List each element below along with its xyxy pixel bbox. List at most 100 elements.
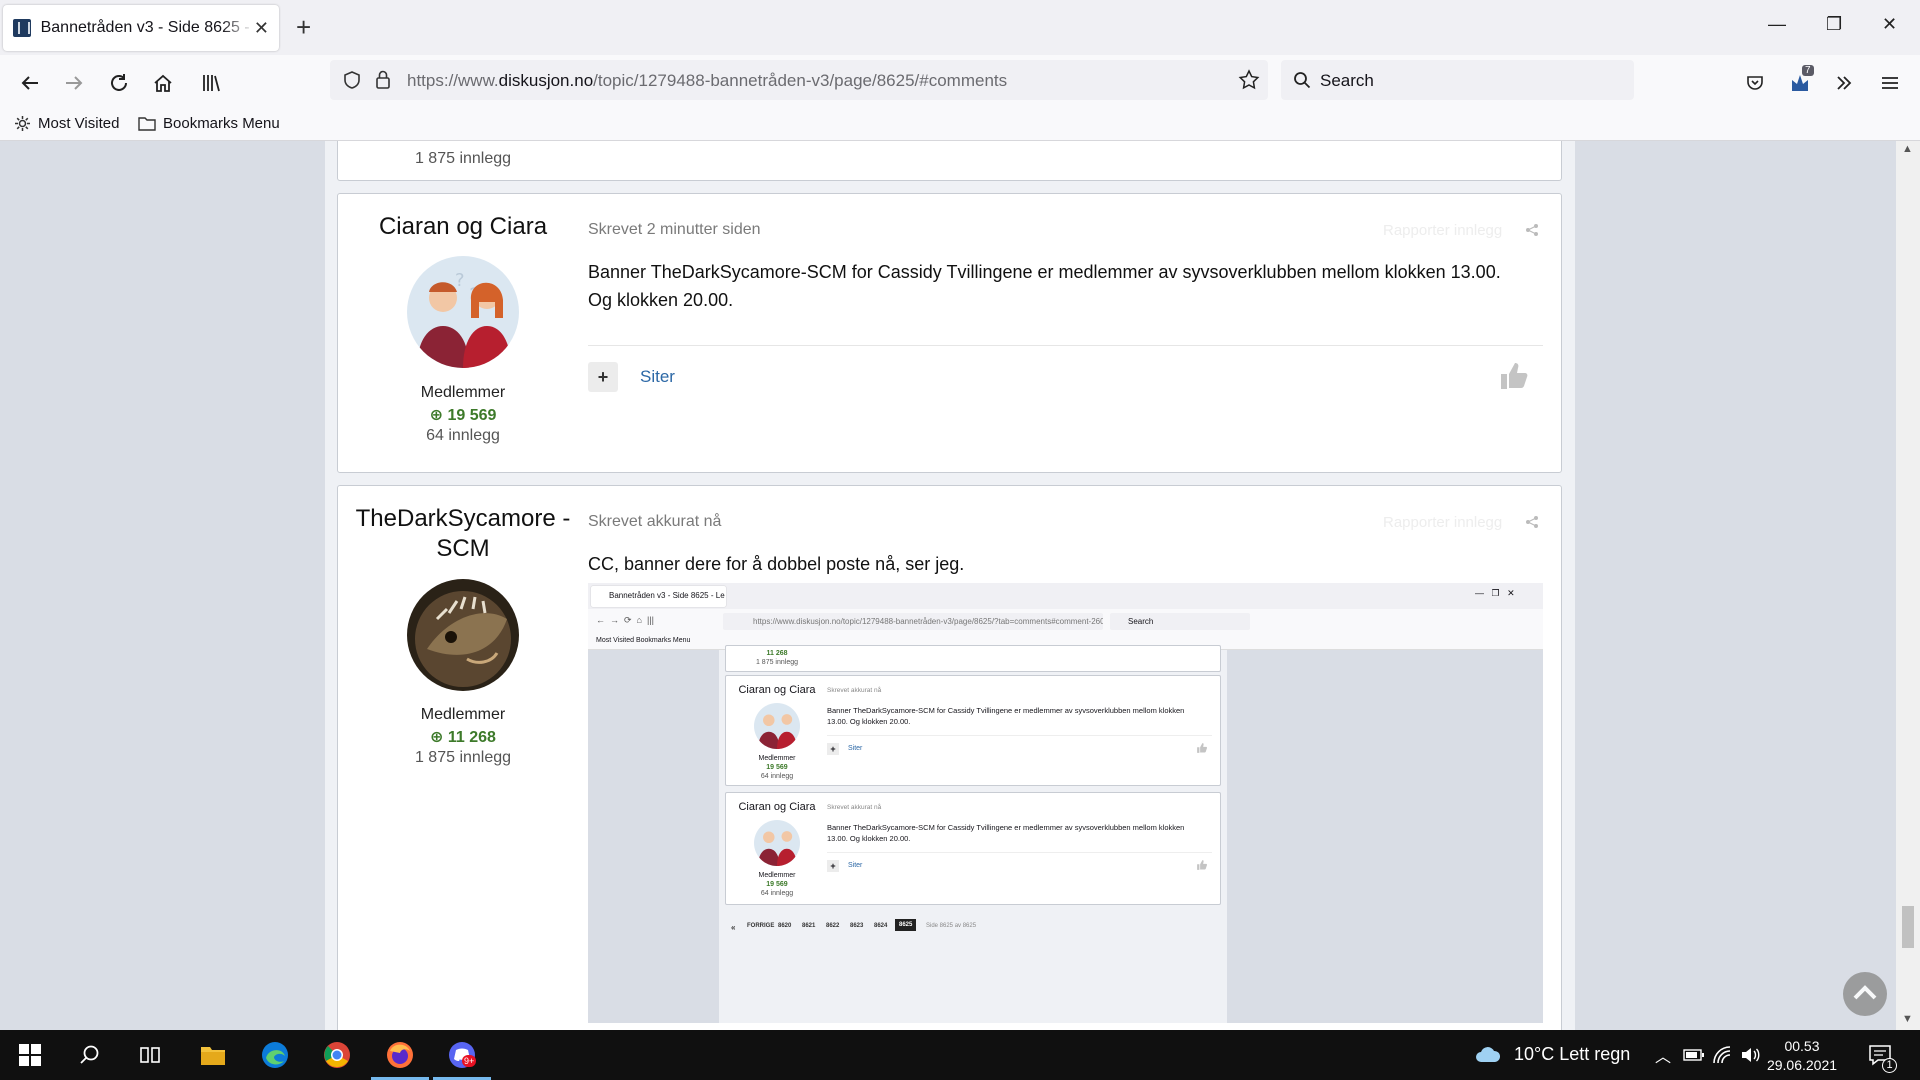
shot-rep: 19 569 xyxy=(766,881,788,888)
new-tab-button[interactable]: + xyxy=(296,12,311,43)
address-bar[interactable]: https://www.diskusjon.no/topic/1279488-b… xyxy=(330,60,1268,100)
url-text[interactable]: https://www.diskusjon.no/topic/1279488-b… xyxy=(407,71,1007,91)
bookmark-star-icon[interactable] xyxy=(1238,69,1260,91)
forward-icon[interactable] xyxy=(58,67,90,99)
shot-rep: 19 569 xyxy=(766,764,788,771)
restore-icon[interactable]: ❐ xyxy=(1826,14,1842,35)
shot-count: 64 innlegg xyxy=(760,773,794,780)
shot-pager-item: 8624 xyxy=(874,923,888,929)
share-icon[interactable] xyxy=(1525,223,1539,237)
report-post-link[interactable]: Rapporter innlegg xyxy=(1383,514,1502,531)
shot-divider xyxy=(827,852,1212,853)
shot-meta: Skrevet akkurat nå xyxy=(827,687,882,694)
reputation-badge: ⊕ 19 569 xyxy=(338,405,588,425)
extension-badge: 7 xyxy=(1802,65,1814,76)
author-group: Medlemmer xyxy=(420,706,506,723)
overflow-chevron-icon[interactable] xyxy=(1828,67,1860,99)
windows-taskbar: 9+ 10°C Lett regn ︿ 00.53 29.06.2021 1 xyxy=(0,1030,1920,1080)
post-timestamp[interactable]: Skrevet 2 minutter siden xyxy=(588,221,761,239)
shot-url: https://www.diskusjon.no/topic/1279488-b… xyxy=(723,613,1103,630)
multiquote-plus-button[interactable]: + xyxy=(588,362,618,392)
search-input[interactable]: Search xyxy=(1320,71,1374,91)
reputation-value: 11 268 xyxy=(447,729,496,746)
shot-post: Ciaran og Ciara Medlemmer 19 569 64 innl… xyxy=(725,675,1221,786)
share-icon[interactable] xyxy=(1525,515,1539,529)
post: Ciaran og Ciara ? ? Medlemmer ⊕ 19 569 xyxy=(337,193,1562,473)
svg-text:?: ? xyxy=(455,270,465,291)
wifi-icon[interactable] xyxy=(1712,1045,1732,1065)
quote-button[interactable]: Siter xyxy=(640,367,675,387)
shot-plus: + xyxy=(827,743,839,755)
post-fragment: 1 875 innlegg xyxy=(337,141,1562,181)
firefox-icon[interactable] xyxy=(384,1039,416,1071)
shot-pager-page-label: Side 8625 av 8625 xyxy=(926,923,977,929)
pocket-icon[interactable] xyxy=(1739,67,1771,99)
tab-close-icon[interactable]: ✕ xyxy=(254,18,269,39)
reload-icon[interactable] xyxy=(103,67,135,99)
weather-text[interactable]: 10°C Lett regn xyxy=(1514,1044,1630,1065)
shot-pager-current: 8625 xyxy=(895,919,917,931)
avatar[interactable] xyxy=(407,579,519,691)
shot-nav-icons: ← → ⟳ ⌂ ||| xyxy=(596,615,654,625)
shot-group: Medlemmer xyxy=(758,755,796,762)
page-scrollbar[interactable]: ▲ ▼ xyxy=(1896,141,1920,1030)
chrome-icon[interactable] xyxy=(321,1039,353,1071)
shot-author: Ciaran og Ciara xyxy=(738,801,816,813)
shot-fragment-count: 1 875 innlegg xyxy=(755,659,799,666)
shot-tab: Bannetråden v3 - Side 8625 - Le xyxy=(591,586,726,607)
scroll-thumb[interactable] xyxy=(1902,906,1914,948)
tab-active[interactable]: Bannetråden v3 - Side 8625 - Le ✕ xyxy=(3,5,279,51)
clock-date: 29.06.2021 xyxy=(1766,1057,1838,1073)
embedded-screenshot-image[interactable]: Bannetråden v3 - Side 8625 - Le — ❐ ✕ ← … xyxy=(588,583,1543,1023)
shot-text: Banner TheDarkSycamore-SCM for Cassidy T… xyxy=(827,823,1185,843)
shot-search: Search xyxy=(1110,613,1250,630)
avatar[interactable]: ? ? xyxy=(407,256,519,368)
report-post-link[interactable]: Rapporter innlegg xyxy=(1383,222,1502,239)
shot-pager-item: 8621 xyxy=(802,923,816,929)
page-viewport: 1 875 innlegg Ciaran og Ciara ? ? Medle xyxy=(0,141,1920,1030)
home-icon[interactable] xyxy=(147,67,179,99)
tray-chevron-up-icon[interactable]: ︿ xyxy=(1655,1043,1671,1067)
menu-icon[interactable] xyxy=(1874,67,1906,99)
notification-count: 1 xyxy=(1882,1058,1897,1073)
shot-pager-item: FORRIGE xyxy=(747,923,775,929)
weather-cloud-icon[interactable] xyxy=(1474,1044,1502,1066)
reputation-badge: ⊕ 11 268 xyxy=(338,727,588,747)
minimize-icon[interactable]: — xyxy=(1768,14,1786,35)
shot-siter: Siter xyxy=(848,745,863,752)
edge-icon[interactable] xyxy=(259,1039,291,1071)
gear-icon xyxy=(15,116,30,131)
windows-start-icon[interactable] xyxy=(14,1039,46,1071)
file-explorer-icon[interactable] xyxy=(197,1039,229,1071)
post-timestamp[interactable]: Skrevet akkurat nå xyxy=(588,513,721,531)
battery-icon[interactable] xyxy=(1683,1048,1705,1062)
window-close-icon[interactable]: ✕ xyxy=(1882,14,1897,35)
bookmark-most-visited[interactable]: Most Visited xyxy=(14,115,119,132)
author-name[interactable]: Ciaran og Ciara xyxy=(338,212,588,242)
extension-icon[interactable]: 7 xyxy=(1784,65,1816,99)
discord-icon[interactable]: 9+ xyxy=(446,1039,478,1071)
bookmark-menu[interactable]: Bookmarks Menu xyxy=(138,115,280,132)
tracking-shield-icon[interactable] xyxy=(342,70,362,90)
lock-icon[interactable] xyxy=(374,69,392,91)
volume-icon[interactable] xyxy=(1740,1045,1760,1065)
task-view-icon[interactable] xyxy=(134,1039,166,1071)
taskbar-search-icon[interactable] xyxy=(74,1039,106,1071)
discord-badge: 9+ xyxy=(462,1055,477,1067)
author-name[interactable]: TheDarkSycamore - SCM xyxy=(338,504,588,564)
folder-icon xyxy=(138,117,156,131)
shot-divider xyxy=(827,735,1212,736)
library-icon[interactable] xyxy=(195,67,227,99)
search-bar[interactable]: Search xyxy=(1281,60,1634,100)
reputation-value: 19 569 xyxy=(447,407,497,424)
scroll-down-icon[interactable]: ▼ xyxy=(1902,1013,1913,1025)
taskbar-clock[interactable]: 00.53 29.06.2021 xyxy=(1762,1037,1842,1075)
back-icon[interactable] xyxy=(14,67,46,99)
tab-bar: Bannetråden v3 - Side 8625 - Le ✕ + — ❐ … xyxy=(0,0,1920,55)
scroll-to-top-button[interactable] xyxy=(1843,972,1887,1016)
like-thumb-icon[interactable] xyxy=(1498,360,1530,392)
scroll-up-icon[interactable]: ▲ xyxy=(1902,143,1913,155)
shot-pager-prev-icon: « xyxy=(731,923,736,932)
author-posts-count: 1 875 innlegg xyxy=(414,749,512,766)
url-prefix: https://www. xyxy=(407,71,499,90)
